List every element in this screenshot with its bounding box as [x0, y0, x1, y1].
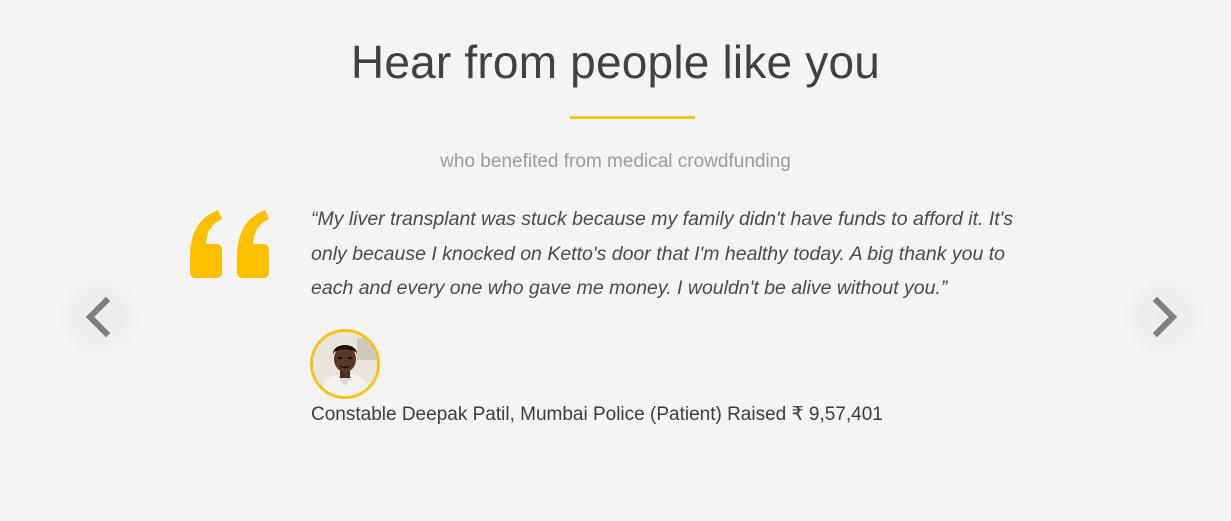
carousel-prev-button[interactable] [58, 276, 140, 358]
title-underline-divider [570, 116, 695, 119]
carousel-next-button[interactable] [1123, 276, 1205, 358]
testimonial-quote: “My liver transplant was stuck because m… [311, 208, 1014, 299]
quote-mark-icon [186, 204, 278, 284]
chevron-left-icon[interactable] [58, 276, 140, 358]
chevron-right-icon[interactable] [1123, 276, 1205, 358]
avatar [310, 329, 380, 399]
section-subtitle: who benefited from medical crowdfunding [440, 151, 791, 172]
section-title: Hear from people like you [350, 36, 881, 88]
person-photo-icon [313, 332, 377, 396]
testimonial-author: Constable Deepak Patil, Mumbai Police (P… [311, 404, 883, 425]
